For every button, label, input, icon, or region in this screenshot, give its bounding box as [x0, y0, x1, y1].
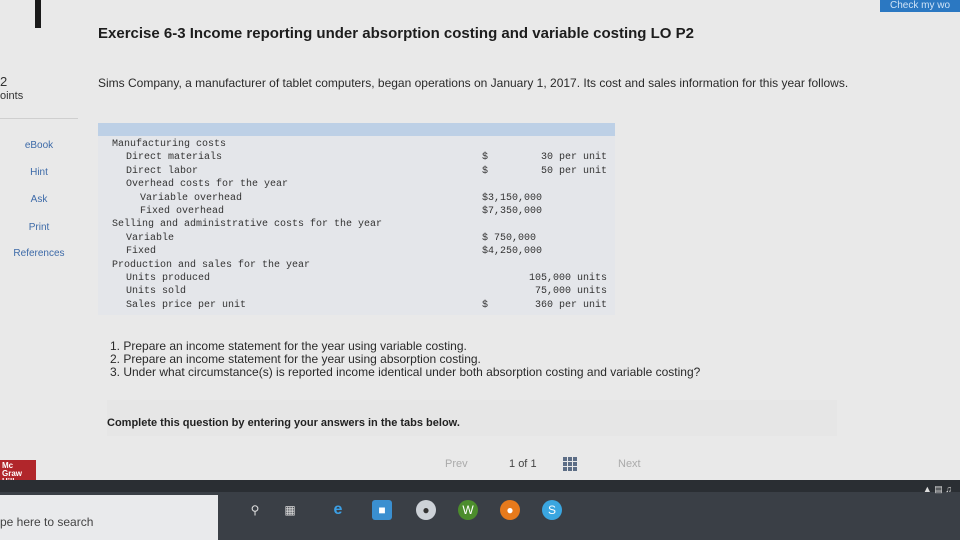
prev-button[interactable]: Prev	[445, 458, 468, 470]
table-row: Fixed overhead $7,350,000	[98, 206, 615, 219]
row-label: Manufacturing costs	[112, 139, 227, 150]
table-row: Units produced 105,000 units	[98, 273, 615, 286]
table-row: Overhead costs for the year	[98, 179, 615, 192]
points-label: oints	[0, 90, 24, 102]
row-value: $4,250,000	[482, 246, 543, 258]
table-row: Variable $ 750,000	[98, 233, 615, 246]
page-current: 1	[509, 458, 516, 470]
row-value: 75,000 units	[534, 286, 607, 298]
row-label: Variable overhead	[140, 192, 243, 204]
row-label: Variable	[126, 232, 175, 244]
row-label: Selling and administrative costs for the…	[112, 219, 383, 231]
sidebar-item-ask[interactable]: Ask	[0, 194, 78, 205]
question-item: 3. Under what circumstance(s) is reporte…	[110, 365, 701, 379]
row-dollar: $	[482, 299, 489, 311]
file-explorer-icon[interactable]: ■	[372, 500, 392, 520]
row-value: 360 per unit	[534, 299, 607, 311]
grid-icon[interactable]	[563, 457, 577, 471]
row-label: Fixed overhead	[140, 206, 225, 217]
table-row: Direct labor $50 per unit	[98, 166, 615, 179]
table-row: Manufacturing costs	[98, 139, 615, 152]
taskbar-search-input[interactable]: pe here to search	[0, 515, 93, 529]
row-dollar: $	[482, 165, 489, 177]
microphone-icon[interactable]: ⚲	[245, 500, 265, 520]
skype-icon[interactable]: S	[542, 500, 562, 520]
row-value: 50 per unit	[540, 165, 607, 177]
intro-text: Sims Company, a manufacturer of tablet c…	[98, 76, 849, 90]
row-value: $ 750,000	[482, 232, 537, 244]
sidebar-item-hint[interactable]: Hint	[0, 167, 78, 178]
table-row: Direct materials $30 per unit	[98, 152, 615, 165]
next-button[interactable]: Next	[618, 458, 641, 470]
row-label: Units produced	[126, 273, 211, 284]
points-value: 2	[0, 74, 8, 89]
main-content: Exercise 6-3 Income reporting under abso…	[95, 0, 905, 480]
pager: Prev 1 of 1 Next	[95, 455, 905, 477]
cursor-mark	[35, 0, 41, 28]
row-value: $7,350,000	[482, 206, 543, 217]
cost-data-table: Manufacturing costs Direct materials $30 p…	[98, 123, 615, 315]
row-value: $3,150,000	[482, 192, 543, 204]
row-label: Units sold	[126, 286, 187, 298]
row-label: Direct labor	[126, 165, 199, 177]
question-list: 1. Prepare an income statement for the y…	[110, 340, 810, 379]
complete-instruction: Complete this question by entering your …	[107, 417, 460, 429]
sidebar-item-references[interactable]: References	[0, 248, 78, 259]
task-view-icon[interactable]: ▦	[280, 500, 300, 520]
table-header-bar	[98, 123, 615, 136]
row-value: 30 per unit	[540, 152, 607, 164]
sidebar-divider	[0, 118, 78, 119]
row-label: Direct materials	[126, 152, 223, 164]
edge-browser-icon[interactable]: e	[328, 500, 348, 520]
sidebar-item-ebook[interactable]: eBook	[0, 140, 78, 151]
app-icon[interactable]: ●	[416, 500, 436, 520]
system-tray[interactable]: ▲ ▤ ♫	[923, 484, 952, 495]
row-value: 105,000 units	[528, 273, 607, 284]
row-dollar: $	[482, 152, 489, 164]
row-label: Overhead costs for the year	[126, 179, 289, 191]
page-total: 1	[530, 458, 537, 470]
whatsapp-icon[interactable]: W	[458, 500, 478, 520]
row-label: Production and sales for the year	[112, 259, 311, 271]
table-row: Fixed $4,250,000	[98, 246, 615, 259]
page-title: Exercise 6-3 Income reporting under abso…	[98, 25, 694, 42]
taskbar-top-strip	[0, 480, 960, 492]
row-label: Fixed	[126, 246, 157, 258]
sidebar: 2 oints eBook Hint Ask Print References	[0, 60, 82, 480]
page-counter: 1 of 1	[509, 458, 537, 470]
table-row: Variable overhead $3,150,000	[98, 193, 615, 206]
table-row: Units sold 75,000 units	[98, 286, 615, 299]
page-of: of	[518, 458, 528, 470]
table-row: Sales price per unit $360 per unit	[98, 300, 615, 313]
firefox-icon[interactable]: ●	[500, 500, 520, 520]
sidebar-item-print[interactable]: Print	[0, 222, 78, 233]
table-row: Selling and administrative costs for the…	[98, 219, 615, 232]
table-row: Production and sales for the year	[98, 260, 615, 273]
row-label: Sales price per unit	[126, 299, 247, 311]
